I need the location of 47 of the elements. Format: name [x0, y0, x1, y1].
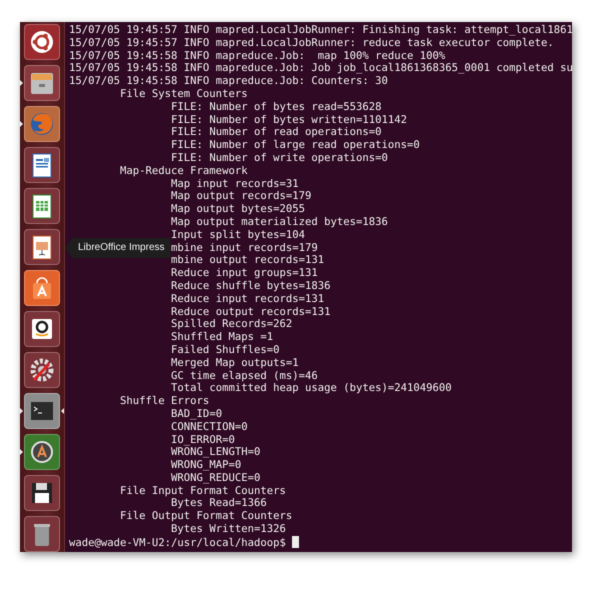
counter-line: Total committed heap usage (bytes)=241049600	[171, 382, 452, 394]
counter-line: Bytes Read=1366	[171, 497, 267, 510]
ubuntu-logo-icon	[28, 28, 56, 56]
counter-line: WRONG_MAP=0	[171, 459, 242, 472]
counter-line: mbine input records=179	[171, 242, 318, 254]
counter-line: IO_ERROR=0	[171, 434, 235, 446]
tooltip: LibreOffice Impress	[65, 238, 171, 258]
counter-line: Map output materialized bytes=1836	[171, 216, 388, 228]
counter-line: FILE: Number of large read operations=0	[171, 139, 420, 152]
counter-line: CONNECTION=0	[171, 420, 248, 433]
counter-line: Merged Map outputs=1	[171, 356, 299, 369]
log-line: 15/07/05 19:45:58 INFO mapreduce.Job: map 100% reduce 100%	[69, 50, 446, 62]
counter-line: GC time elapsed (ms)=46	[171, 370, 318, 382]
log-line: 15/07/05 19:45:58 INFO mapreduce.Job: Counters: 30	[69, 75, 388, 88]
counter-line: Reduce shuffle bytes=1836	[171, 280, 330, 292]
counter-line: WRONG_LENGTH=0	[171, 446, 260, 458]
counter-group-title: File Output Format Counters	[120, 510, 292, 522]
counter-line: FILE: Number of write operations=0	[171, 152, 388, 164]
counter-line: Input split bytes=104	[171, 228, 305, 241]
counter-line: Spilled Records=262	[171, 318, 292, 330]
log-line: 15/07/05 19:45:57 INFO mapred.LocalJobRunner: reduce task executor complete.	[69, 36, 554, 49]
log-line: 15/07/05 19:45:57 INFO mapred.LocalJobRunner: Finishing task: attempt_local1861	[69, 24, 572, 36]
counter-line: Reduce input records=131	[171, 292, 324, 305]
log-line: 15/07/05 19:45:58 INFO mapreduce.Job: Job job_local1861368365_0001 completed su	[69, 62, 572, 74]
globe-fox-icon	[28, 110, 56, 138]
text-cursor	[292, 536, 299, 548]
counter-line: FILE: Number of bytes read=553628	[171, 100, 382, 113]
counter-line: Failed Shuffles=0	[171, 344, 280, 356]
counter-line: Shuffled Maps =1	[171, 331, 274, 344]
counter-group-title: Shuffle Errors	[120, 395, 210, 408]
counter-line: Map output bytes=2055	[171, 203, 305, 216]
gear-wrench-icon	[28, 356, 56, 384]
counter-line: Reduce output records=131	[171, 306, 330, 318]
counter-line: mbine output records=131	[171, 254, 324, 266]
counter-line: Bytes Written=1326	[171, 523, 286, 536]
counter-line: FILE: Number of read operations=0	[171, 126, 382, 138]
counter-line: BAD_ID=0	[171, 408, 222, 420]
launcher-item[interactable]	[20, 393, 64, 429]
counter-line: WRONG_REDUCE=0	[171, 472, 260, 484]
shell-prompt: wade@wade-VM-U2:/usr/local/hadoop$	[69, 536, 286, 549]
counter-line: Map input records=31	[171, 178, 299, 190]
counter-line: FILE: Number of bytes written=1101142	[171, 114, 408, 126]
counter-group-title: Map-Reduce Framework	[120, 164, 248, 177]
counter-line: Map output records=179	[171, 190, 312, 202]
counter-group-title: File Input Format Counters	[120, 484, 286, 497]
counter-line: Reduce input groups=131	[171, 267, 318, 280]
counter-group-title: File System Counters	[120, 88, 248, 100]
